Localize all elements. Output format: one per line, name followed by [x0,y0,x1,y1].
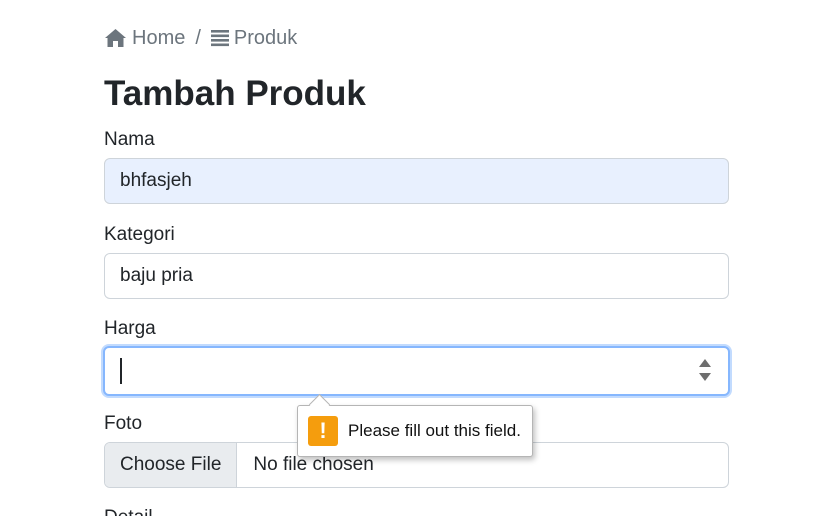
breadcrumb-produk[interactable]: Produk [210,26,298,50]
nama-input[interactable]: bhfasjeh [104,158,729,204]
warning-icon-glyph: ! [319,418,327,443]
breadcrumb: Home / Produk [104,24,297,52]
nama-label: Nama [104,129,155,150]
nama-value: bhfasjeh [120,170,192,191]
validation-tooltip: ! Please fill out this field. [297,393,533,457]
list-icon [210,30,229,47]
spinner-up-icon[interactable] [699,359,711,367]
page-title: Tambah Produk [104,74,366,113]
kategori-input[interactable]: baju pria [104,253,729,299]
foto-label: Foto [104,413,143,434]
home-icon [105,29,126,47]
number-spinner[interactable] [698,357,712,383]
spinner-down-icon[interactable] [699,373,711,381]
kategori-value: baju pria [120,265,193,286]
breadcrumb-produk-label: Produk [233,26,298,49]
page: Home / Produk Tambah Produk Nama bhfasje… [0,0,835,516]
kategori-label: Kategori [104,224,175,245]
harga-label: Harga [104,318,156,339]
file-status: No file chosen [253,454,374,475]
breadcrumb-home[interactable]: Home [104,27,185,50]
detail-label: Detail [104,506,153,516]
validation-message: Please fill out this field. [348,421,521,440]
breadcrumb-home-label: Home [132,26,186,49]
warning-icon: ! [308,416,338,446]
harga-input[interactable] [103,346,730,396]
breadcrumb-separator: / [195,26,201,49]
choose-file-button[interactable]: Choose File [105,443,238,487]
tooltip-arrow [308,393,331,416]
text-caret [120,358,122,384]
